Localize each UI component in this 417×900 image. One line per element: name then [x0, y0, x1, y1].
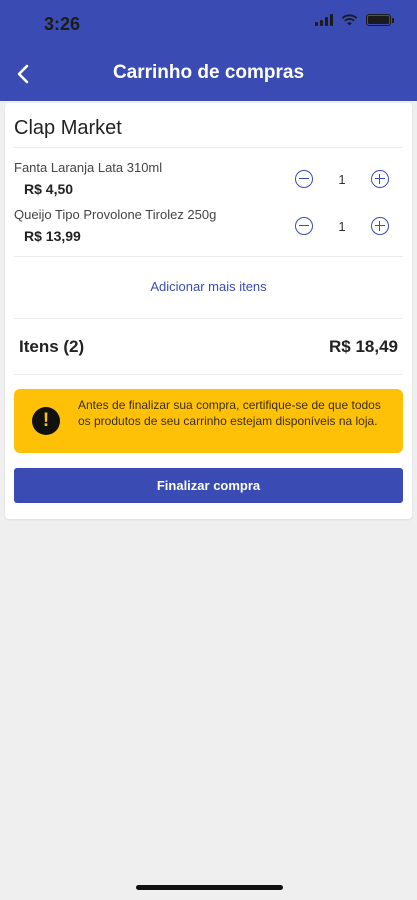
minus-icon — [299, 177, 309, 180]
decrease-quantity-button[interactable] — [295, 170, 313, 188]
status-icons — [315, 14, 394, 26]
cart-total: R$ 18,49 — [329, 337, 398, 356]
cart-item: Fanta Laranja Lata 310ml R$ 4,50 1 — [14, 160, 403, 200]
status-time: 3:26 — [44, 14, 81, 34]
page-title: Carrinho de compras — [112, 62, 305, 83]
cart-card: Clap Market Fanta Laranja Lata 310ml R$ … — [5, 103, 412, 519]
divider — [14, 318, 403, 319]
home-indicator — [136, 885, 283, 890]
divider — [14, 147, 403, 148]
warning-text: Antes de finalizar sua compra, certifiqu… — [78, 398, 381, 428]
exclamation-icon: ! — [32, 407, 60, 435]
item-price: R$ 13,99 — [24, 228, 81, 244]
store-name: Clap Market — [14, 117, 122, 139]
item-name: Queijo Tipo Provolone Tirolez 250g — [14, 207, 217, 222]
availability-warning: ! Antes de finalizar sua compra, certifi… — [14, 389, 403, 453]
increase-quantity-button[interactable] — [371, 217, 389, 235]
quantity-value: 1 — [338, 218, 346, 234]
add-more-items-link[interactable]: Adicionar mais itens — [5, 279, 412, 294]
item-price: R$ 4,50 — [24, 181, 74, 197]
battery-icon — [366, 14, 394, 26]
cart-item: Queijo Tipo Provolone Tirolez 250g R$ 13… — [14, 207, 403, 247]
finish-purchase-button[interactable]: Finalizar compra — [14, 468, 403, 503]
quantity-stepper: 1 — [295, 217, 389, 235]
items-count-label: Itens (2) — [19, 337, 85, 356]
decrease-quantity-button[interactable] — [295, 217, 313, 235]
signal-icon — [315, 14, 333, 26]
app-header: 3:26 Carrinho de compras — [0, 0, 417, 101]
quantity-value: 1 — [338, 171, 346, 187]
quantity-stepper: 1 — [295, 170, 389, 188]
increase-quantity-button[interactable] — [371, 170, 389, 188]
wifi-icon — [341, 14, 358, 26]
minus-icon — [299, 224, 309, 227]
item-name: Fanta Laranja Lata 310ml — [14, 160, 163, 175]
divider — [14, 374, 403, 375]
divider — [14, 256, 403, 257]
